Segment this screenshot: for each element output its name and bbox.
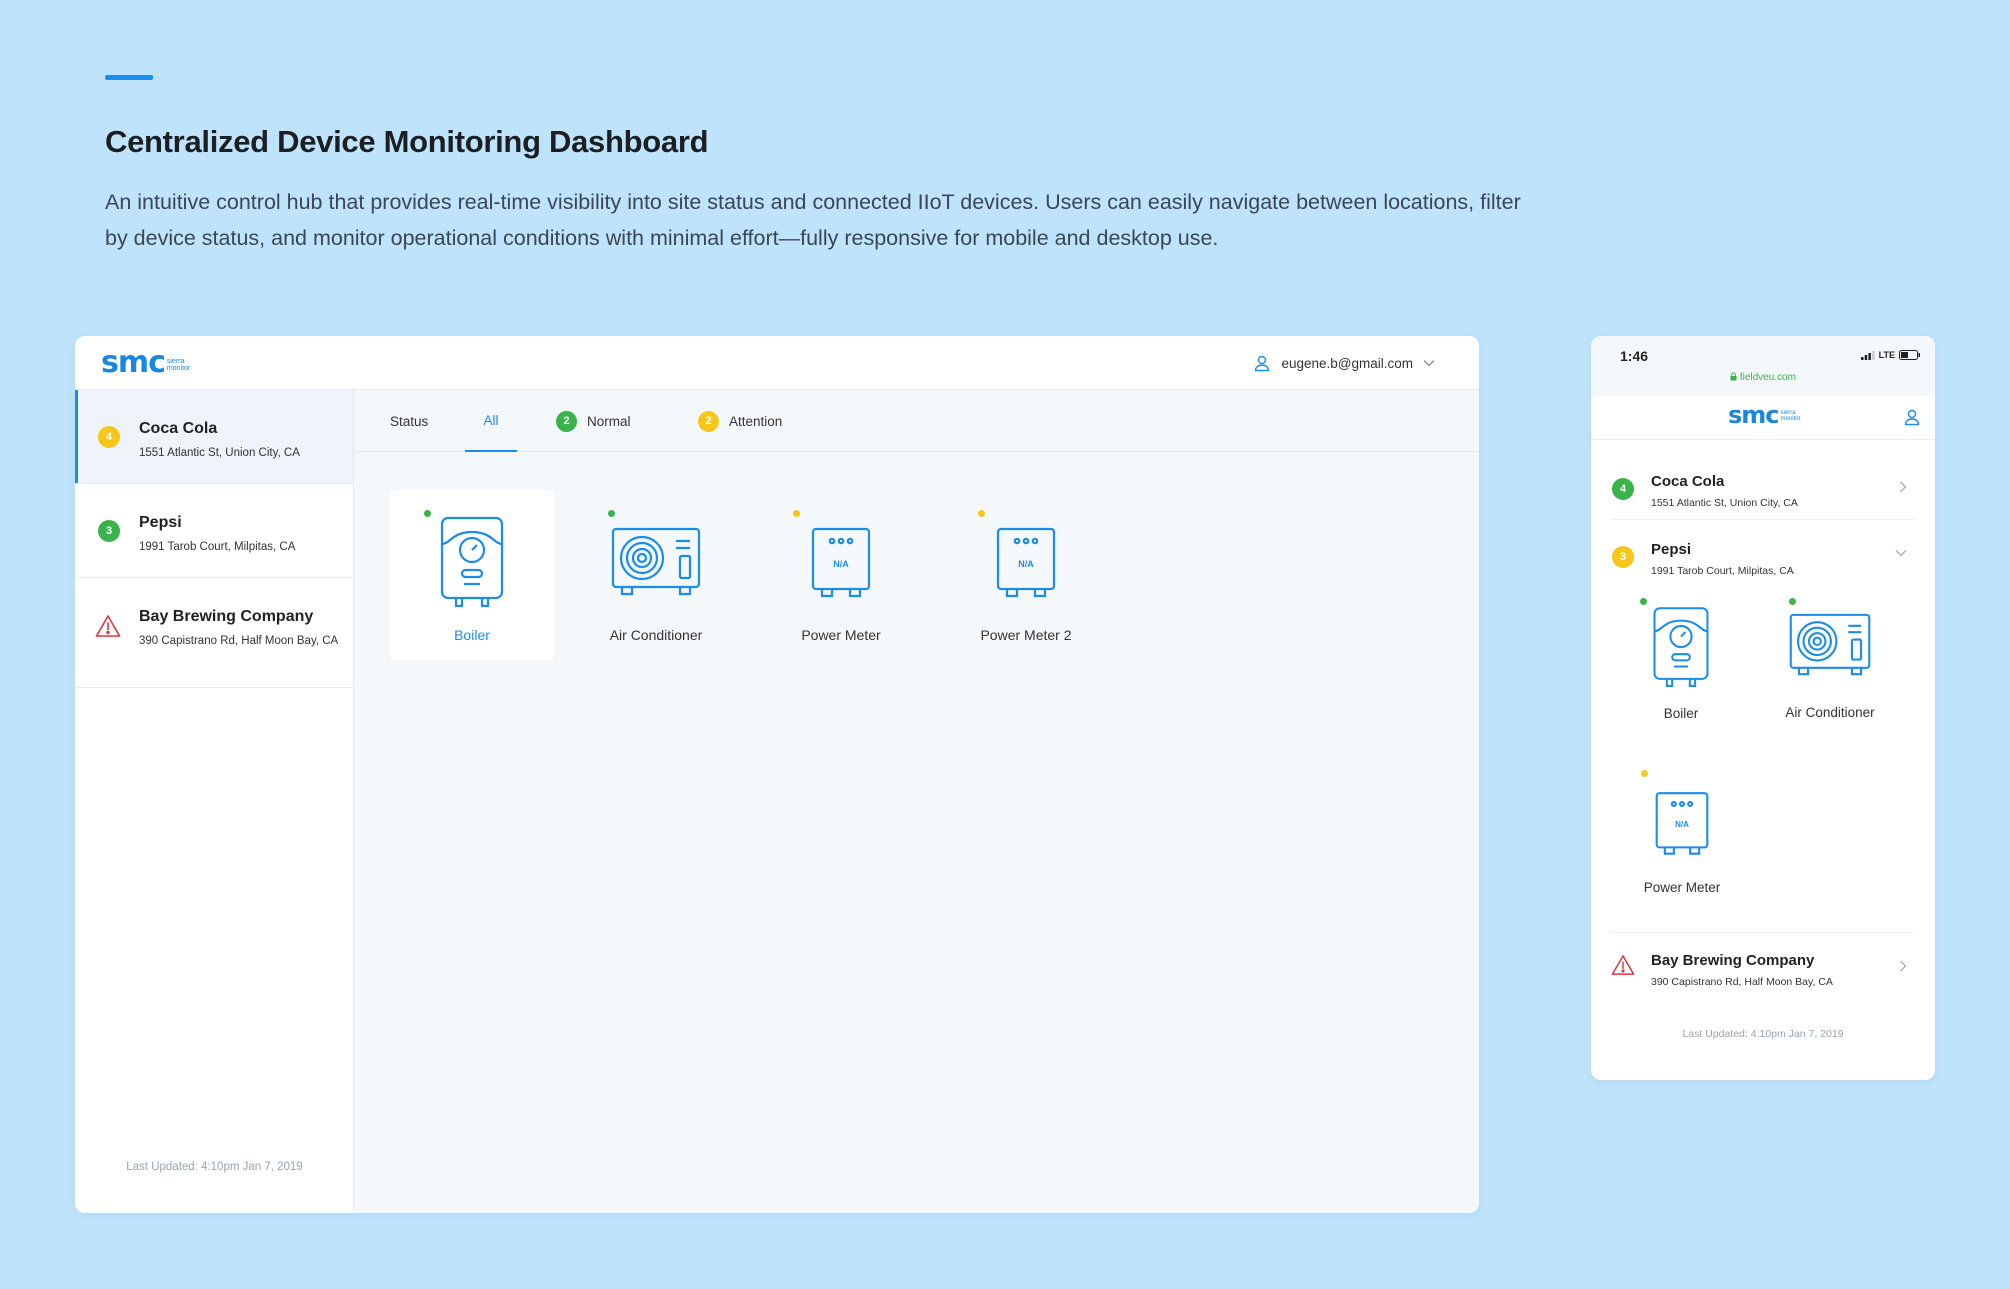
browser-url: fieldveu.com	[1591, 372, 1935, 383]
site-name: Pepsi	[139, 514, 182, 531]
user-menu[interactable]: eugene.b@gmail.com	[1253, 354, 1435, 372]
device-name: Power Meter 2	[980, 627, 1072, 643]
site-item-pepsi[interactable]: 3 Pepsi 1991 Tarob Court, Milpitas, CA	[75, 484, 353, 578]
mobile-device-air-conditioner[interactable]: Air Conditioner	[1765, 598, 1895, 738]
mobile-site-item-pepsi[interactable]: 3 Pepsi 1991 Tarob Court, Milpitas, CA	[1611, 522, 1915, 588]
device-name: Power Meter	[1643, 880, 1721, 895]
site-sidebar: 4 Coca Cola 1551 Atlantic St, Union City…	[75, 390, 354, 1213]
status-dot	[1640, 598, 1647, 605]
site-address: 1551 Atlantic St, Union City, CA	[1651, 497, 1798, 509]
normal-count-badge: 2	[556, 410, 577, 432]
user-icon	[1255, 355, 1270, 372]
status-dot	[1641, 770, 1648, 777]
network-status: LTE	[1860, 350, 1921, 360]
status-dot	[608, 510, 615, 517]
device-name: Boiler	[1663, 706, 1699, 721]
chevron-right-icon	[1900, 481, 1907, 493]
boiler-icon	[440, 516, 504, 608]
signal-icon	[1860, 350, 1875, 360]
last-updated: Last Updated: 4:10pm Jan 7, 2019	[126, 1161, 303, 1173]
desktop-header: smc sierra monitor eugene.b@gmail.com	[75, 336, 1479, 390]
user-email: eugene.b@gmail.com	[1281, 355, 1413, 371]
mobile-device-boiler[interactable]: Boiler	[1616, 598, 1746, 738]
chevron-down-icon	[1423, 360, 1435, 367]
device-count-badge: 4	[1612, 478, 1634, 500]
air-conditioner-icon	[1789, 613, 1871, 676]
device-card-power-meter[interactable]: N/A Power Meter	[759, 490, 923, 660]
meter-readout: N/A	[1675, 820, 1689, 829]
warning-icon	[95, 615, 121, 637]
site-name: Pepsi	[1651, 541, 1692, 558]
device-panel: Status All 2 Normal 2 Attention Boiler A…	[354, 390, 1479, 1213]
status-filter-tabs: Status All 2 Normal 2 Attention	[354, 390, 1479, 452]
network-type: LTE	[1878, 350, 1895, 360]
status-dot	[978, 510, 985, 517]
status-dot	[793, 510, 800, 517]
device-count-badge: 3	[98, 520, 120, 542]
lock-icon	[1730, 372, 1737, 381]
chevron-right-icon	[1900, 960, 1907, 972]
last-updated: Last Updated: 4:10pm Jan 7, 2019	[1682, 1028, 1844, 1040]
page-description: An intuitive control hub that provides r…	[105, 190, 1521, 250]
device-card-power-meter-2[interactable]: N/A Power Meter 2	[944, 490, 1108, 660]
device-name: Air Conditioner	[609, 627, 703, 643]
device-card-air-conditioner[interactable]: Air Conditioner	[574, 490, 738, 660]
accent-bar	[105, 75, 153, 80]
tab-attention[interactable]: 2 Attention	[698, 390, 782, 452]
device-name: Air Conditioner	[1785, 705, 1875, 720]
smc-logo[interactable]: smc sierra monitor	[1728, 403, 1809, 427]
air-conditioner-icon	[611, 527, 701, 596]
status-dot	[1789, 598, 1796, 605]
site-name: Bay Brewing Company	[1651, 952, 1815, 969]
attention-count-badge: 2	[698, 410, 719, 432]
smc-logo[interactable]: smc sierra monitor	[101, 348, 199, 378]
status-dot	[424, 510, 431, 517]
mobile-site-item-coca-cola[interactable]: 4 Coca Cola 1551 Atlantic St, Union City…	[1611, 454, 1915, 520]
device-card-boiler[interactable]: Boiler	[390, 490, 554, 660]
device-count-badge: 3	[1612, 546, 1634, 568]
site-item-bay-brewing[interactable]: Bay Brewing Company 390 Capistrano Rd, H…	[75, 578, 353, 688]
clock: 1:46	[1620, 348, 1649, 364]
mobile-status-bar: 1:46 LTE fieldveu.com	[1591, 336, 1935, 396]
mobile-site-item-bay-brewing[interactable]: Bay Brewing Company 390 Capistrano Rd, H…	[1611, 932, 1915, 998]
site-name: Coca Cola	[1651, 473, 1725, 490]
site-address: 390 Capistrano Rd, Half Moon Bay, CA	[1651, 976, 1833, 988]
warning-icon	[1611, 955, 1635, 975]
chevron-down-icon	[1895, 550, 1907, 557]
battery-icon	[1899, 350, 1920, 360]
desktop-dashboard: smc sierra monitor eugene.b@gmail.com 4 …	[75, 336, 1479, 1213]
tab-all[interactable]: All	[465, 390, 517, 452]
site-address: 390 Capistrano Rd, Half Moon Bay, CA	[139, 635, 339, 647]
site-item-coca-cola[interactable]: 4 Coca Cola 1551 Atlantic St, Union City…	[75, 390, 353, 484]
mobile-dashboard: 1:46 LTE fieldveu.com smc sierra monitor…	[1591, 336, 1935, 1080]
meter-readout: N/A	[833, 559, 849, 569]
device-name: Power Meter	[801, 627, 881, 643]
site-name: Coca Cola	[139, 420, 218, 437]
boiler-icon	[1653, 607, 1709, 687]
device-name: Boiler	[454, 627, 490, 643]
site-address: 1991 Tarob Court, Milpitas, CA	[1651, 565, 1794, 577]
site-address: 1551 Atlantic St, Union City, CA	[139, 447, 300, 459]
mobile-header: smc sierra monitor	[1591, 396, 1935, 440]
site-address: 1991 Tarob Court, Milpitas, CA	[139, 541, 296, 553]
page-title: Centralized Device Monitoring Dashboard	[105, 124, 709, 159]
status-label: Status	[390, 413, 429, 429]
tab-normal[interactable]: 2 Normal	[556, 390, 631, 452]
meter-readout: N/A	[1018, 559, 1034, 569]
tab-attention-label: Attention	[729, 413, 783, 429]
site-name: Bay Brewing Company	[139, 608, 314, 625]
tab-normal-label: Normal	[587, 413, 631, 429]
device-count-badge: 4	[98, 426, 120, 448]
user-icon[interactable]	[1903, 408, 1921, 426]
